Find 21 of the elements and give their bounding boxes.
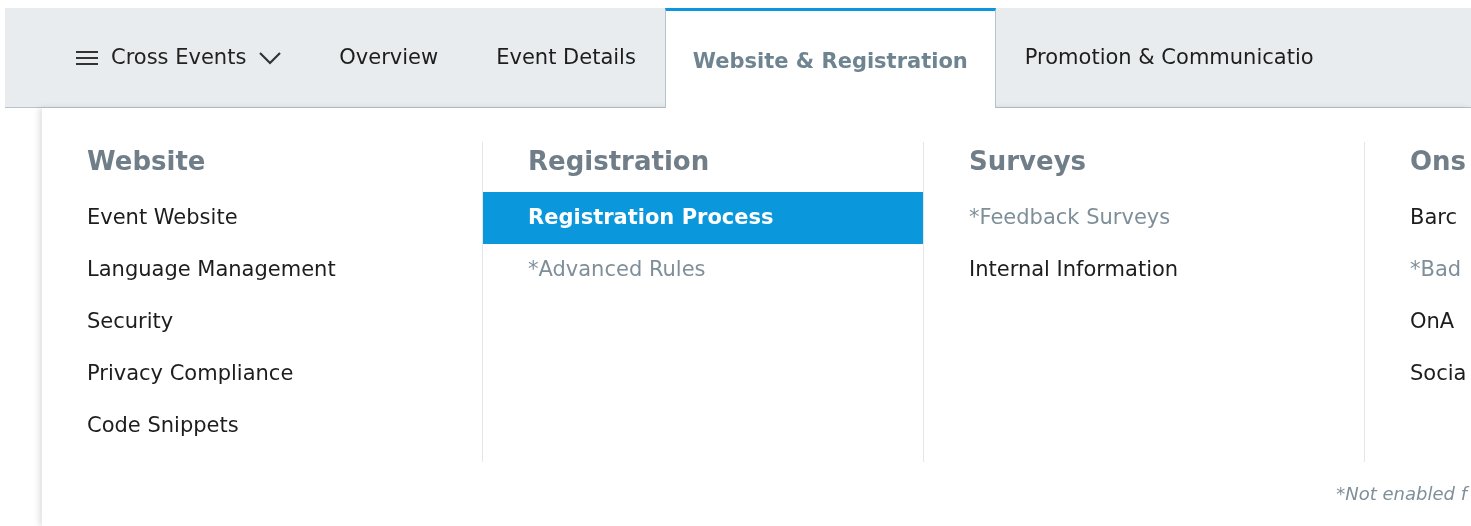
menu-item[interactable]: Security (42, 296, 482, 348)
nav-tab[interactable]: Overview (310, 8, 468, 107)
menu-item[interactable]: Internal Information (924, 244, 1364, 296)
menu-icon (75, 49, 99, 66)
cross-events-menu[interactable]: Cross Events (5, 8, 311, 107)
menu-item[interactable]: Privacy Compliance (42, 348, 482, 400)
nav-tab[interactable]: Website & Registration (664, 8, 996, 108)
nav-tab[interactable]: Event Details (467, 8, 665, 107)
column-heading: Ons (1409, 145, 1468, 178)
column-heading: Registration (527, 145, 711, 178)
menu-item[interactable]: Socia (1365, 348, 1471, 400)
menu-item[interactable]: OnA (1365, 296, 1471, 348)
nav-tab[interactable]: Promotion & Communicatio (995, 8, 1343, 107)
footnote: *Not enabled f (1336, 480, 1471, 507)
chevron-down-icon (258, 50, 283, 65)
column-heading: Website (86, 145, 207, 178)
menu-item[interactable]: Code Snippets (42, 400, 482, 452)
menu-item[interactable]: Language Management (42, 244, 482, 296)
menu-item[interactable]: Barc (1365, 192, 1471, 244)
menu-item[interactable]: Event Website (42, 192, 482, 244)
column-heading: Surveys (968, 145, 1088, 178)
